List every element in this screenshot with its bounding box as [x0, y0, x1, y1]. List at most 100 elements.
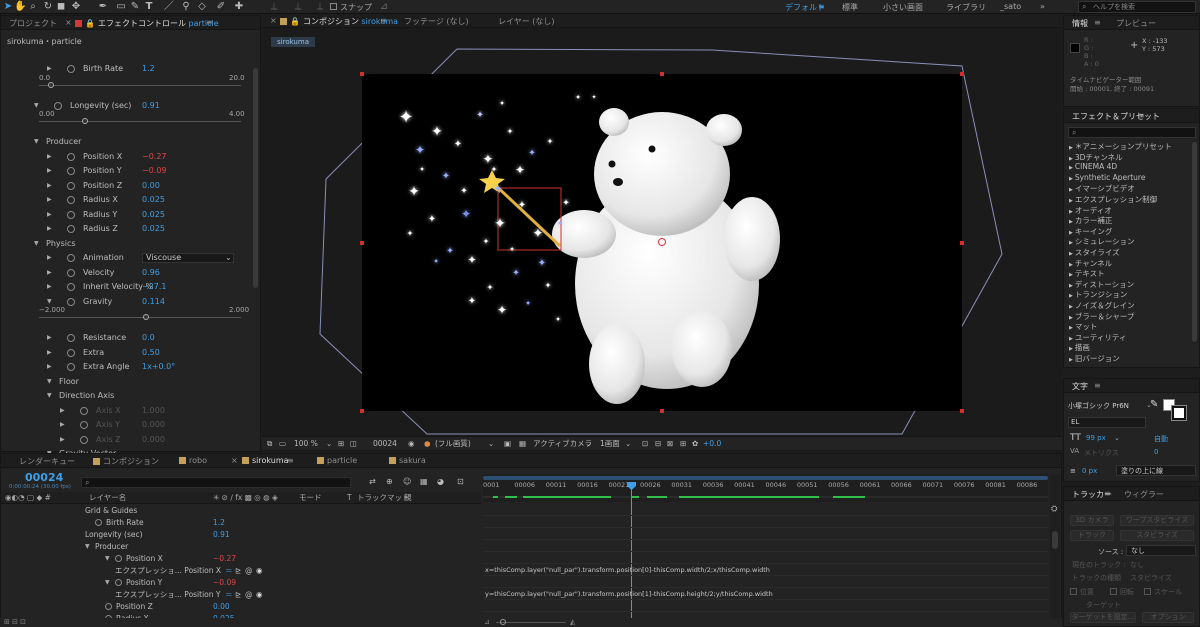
tab-sakura[interactable]: sakura: [389, 456, 426, 465]
effect-property-row[interactable]: ▼ Physics: [1, 237, 259, 251]
canvas-handle[interactable]: [660, 409, 664, 413]
effect-property-row[interactable]: ▶ Animation Viscouse ⌄: [1, 251, 259, 265]
selection-tool-icon[interactable]: ➤: [2, 1, 14, 13]
stabilize-button[interactable]: スタビライズ: [1120, 530, 1194, 541]
triangle-collapsed-icon[interactable]: ▶: [47, 331, 52, 345]
type-tool-icon[interactable]: T: [143, 1, 155, 13]
triangle-collapsed-icon[interactable]: ▶: [47, 346, 52, 360]
expression-pickwhip-icon[interactable]: @: [245, 589, 253, 601]
clone-stamp-tool-icon[interactable]: ⚲: [180, 1, 192, 13]
mask-icon[interactable]: ◫: [350, 437, 357, 451]
effect-category-item[interactable]: ▶ ノイズ＆グレイン: [1069, 300, 1135, 311]
warp-stabilize-button[interactable]: ワープスタビライズ: [1120, 515, 1194, 526]
property-slider[interactable]: [39, 121, 241, 122]
property-value[interactable]: −0.09: [142, 164, 167, 178]
effect-category-item[interactable]: ▶ キーイング: [1069, 226, 1112, 237]
effect-category-item[interactable]: ▶ マット: [1069, 321, 1097, 332]
effects-search-input[interactable]: ⌕: [1068, 127, 1196, 138]
tab-robo[interactable]: robo: [179, 456, 207, 465]
effect-property-row[interactable]: −2.000 2.000: [1, 303, 259, 325]
timeline-track-row[interactable]: [483, 552, 1048, 564]
stopwatch-icon[interactable]: [80, 406, 88, 415]
timeline-property-value[interactable]: 0.91: [213, 529, 230, 541]
snap-checkbox[interactable]: [330, 3, 337, 10]
triangle-collapsed-icon[interactable]: ▶: [47, 208, 52, 222]
exposure-value[interactable]: +0.0: [703, 437, 721, 451]
fast-preview-icon[interactable]: ⊡: [642, 437, 648, 451]
kerning-value[interactable]: メトリクス: [1084, 448, 1119, 458]
layer-search-input[interactable]: ⌕: [81, 477, 351, 488]
stroke-color-swatch[interactable]: [1171, 405, 1187, 421]
expression-language-menu-icon[interactable]: ◉: [256, 589, 263, 601]
roto-brush-tool-icon[interactable]: ✐: [215, 1, 227, 13]
expand-switches-icon[interactable]: ⊞ ⊟ ⊡: [4, 618, 26, 627]
axis-local-icon[interactable]: ⟂: [268, 1, 280, 13]
tab-project[interactable]: プロジェクト: [9, 18, 57, 29]
timeline-property-row[interactable]: ▼ Producer: [1, 541, 481, 553]
effect-category-item[interactable]: ▶ 描画: [1069, 342, 1090, 353]
panel-menu-icon[interactable]: ≡: [287, 456, 294, 465]
timeline-icon[interactable]: ⊟: [655, 437, 661, 451]
font-family-dropdown[interactable]: 小塚ゴシック Pr6N: [1068, 401, 1146, 412]
property-value[interactable]: 0.000: [142, 418, 165, 432]
slider-knob[interactable]: [143, 314, 150, 320]
tab-preview[interactable]: プレビュー: [1116, 18, 1156, 29]
stopwatch-icon[interactable]: [115, 555, 122, 562]
zoom-in-icon[interactable]: ◭: [570, 618, 575, 627]
triangle-collapsed-icon[interactable]: ▶: [47, 360, 52, 374]
property-value[interactable]: −0.27: [142, 150, 167, 164]
property-value[interactable]: 0.025: [142, 222, 165, 236]
pan-behind-tool-icon[interactable]: ✥: [70, 1, 82, 13]
canvas-handle[interactable]: [360, 72, 364, 76]
canvas-handle[interactable]: [960, 241, 964, 245]
effect-property-row[interactable]: ▶ Radius Z 0.025: [1, 222, 259, 236]
timeline-property-value[interactable]: −0.09: [213, 577, 236, 589]
triangle-collapsed-icon[interactable]: ▶: [47, 179, 52, 193]
effect-property-row[interactable]: ▼ Direction Axis: [1, 389, 259, 403]
effect-property-row[interactable]: ▶ Axis Z 0.000: [1, 433, 259, 447]
tab-particle[interactable]: particle: [317, 456, 357, 465]
stopwatch-icon[interactable]: [95, 519, 102, 526]
tracking-value[interactable]: 0: [1154, 448, 1158, 456]
stopwatch-icon[interactable]: [67, 334, 75, 342]
stopwatch-icon[interactable]: [67, 196, 75, 204]
effect-category-item[interactable]: ▶ テキスト: [1069, 268, 1105, 279]
expression-enable-icon[interactable]: ＝: [225, 565, 233, 577]
source-dropdown[interactable]: なし: [1126, 545, 1196, 556]
stopwatch-icon[interactable]: [67, 363, 75, 371]
triangle-collapsed-icon[interactable]: ▶: [60, 433, 65, 447]
help-search-input[interactable]: ⌕ ヘルプを検索: [1078, 1, 1196, 13]
property-value[interactable]: 1.000: [142, 404, 165, 418]
brush-tool-icon[interactable]: ／: [163, 1, 175, 13]
stopwatch-icon[interactable]: [67, 283, 75, 291]
tab-wiggler[interactable]: ウィグラー: [1124, 489, 1164, 500]
property-value[interactable]: 0.00: [142, 179, 160, 193]
effect-property-row[interactable]: ▼ Producer: [1, 135, 259, 149]
col-layer-name[interactable]: レイヤー名: [89, 492, 126, 504]
effect-category-item[interactable]: ▶ スタイライズ: [1069, 247, 1120, 258]
effect-category-item[interactable]: ▶ 3Dチャンネル: [1069, 152, 1123, 163]
effect-category-item[interactable]: ▶ 旧バージョン: [1069, 353, 1120, 364]
timeline-property-row[interactable]: Grid & Guides: [1, 505, 481, 517]
expression-graph-icon[interactable]: ⊵: [235, 589, 241, 601]
effect-property-row[interactable]: 0.00 4.00: [1, 107, 259, 129]
rectangle-tool-icon[interactable]: ▭: [115, 1, 127, 13]
always-preview-icon[interactable]: ⧉: [267, 437, 272, 451]
expression-pickwhip-icon[interactable]: @: [245, 565, 253, 577]
effect-property-row[interactable]: ▶ Inherit Velocity % −27.1: [1, 280, 259, 294]
effect-category-item[interactable]: ▶ イマーシブビデオ: [1069, 183, 1135, 194]
timeline-property-row[interactable]: エクスプレッショ... Position X ＝ ⊵ @ ◉: [1, 565, 481, 577]
canvas-handle[interactable]: [960, 72, 964, 76]
canvas-handle[interactable]: [360, 409, 364, 413]
stroke-width-value[interactable]: 0 px: [1082, 467, 1097, 475]
motion-blur-icon[interactable]: ◕: [437, 477, 444, 486]
reset-exposure-icon[interactable]: ✿: [692, 437, 698, 451]
comp-canvas[interactable]: ✦ ✦ ✦ ✦ ✦ ✦ ✦ ✦ ✦ ✦ ✦ ✦ ✦ ✦ ✦ ✦ ✦ ✦ ✦ ✦ ✦ ✦ ✦ ✦ ✦ ✦ ✦ ✦ ✦ ✦ ✦ ✦ ✦ ✦ ✦ ✦ ✦ ✦ ✦ ✦: [362, 74, 962, 411]
triangle-collapsed-icon[interactable]: ▶: [60, 418, 65, 432]
timeline-property-row[interactable]: ▼ Position Y −0.09: [1, 577, 481, 589]
timeline-property-row[interactable]: エクスプレッショ... Position Y ＝ ⊵ @ ◉: [1, 589, 481, 601]
tab-effects-presets[interactable]: エフェクト＆プリセット: [1072, 111, 1160, 122]
set-target-button[interactable]: ターゲットを設定...: [1070, 612, 1136, 623]
triangle-collapsed-icon[interactable]: ▶: [47, 280, 52, 294]
stopwatch-icon[interactable]: [67, 210, 75, 219]
